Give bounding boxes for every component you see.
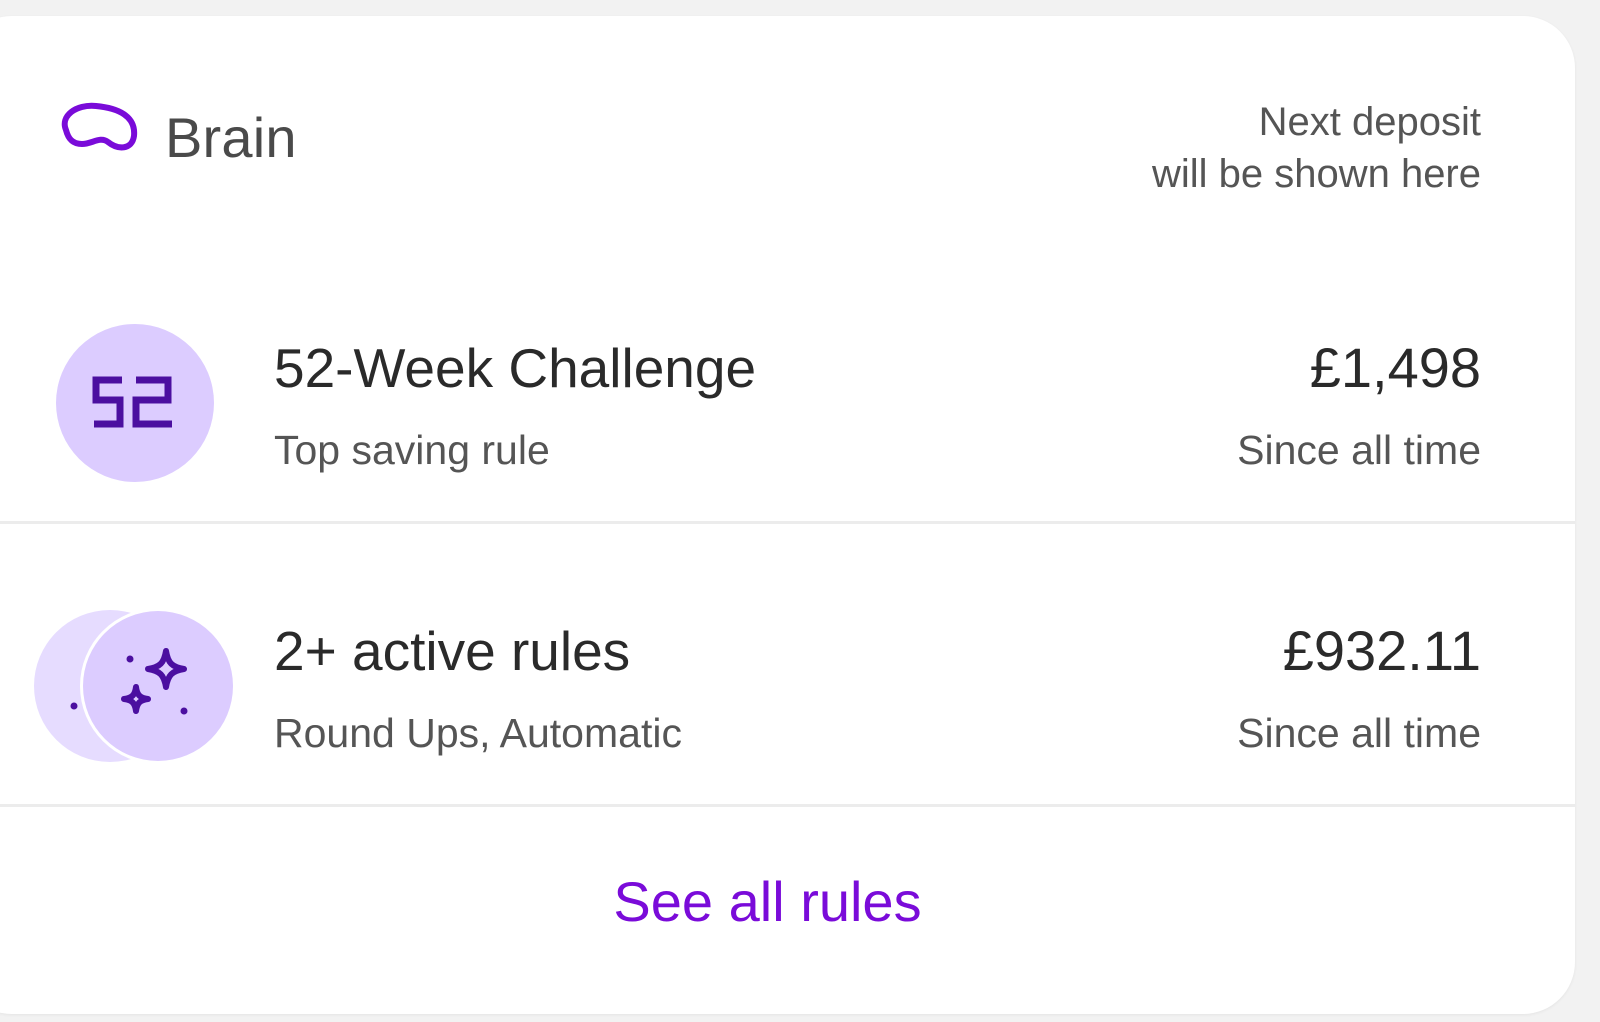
rule-row-active-rules[interactable]: 2+ active rules Round Ups, Automatic £93… [0, 523, 1575, 805]
next-deposit-note: Next deposit will be shown here [961, 96, 1481, 200]
number-52-glyph [92, 376, 172, 428]
challenge-52-icon [56, 324, 214, 482]
rule-amount: £932.11 [1282, 619, 1481, 682]
rule-amount-period: Since all time [1237, 427, 1481, 473]
rule-amount: £1,498 [1309, 336, 1481, 399]
brain-icon [61, 102, 138, 151]
rule-title: 2+ active rules [274, 620, 631, 682]
sparkles-icon [34, 608, 234, 764]
see-all-rules-link[interactable]: See all rules [0, 868, 1575, 936]
brand-title: Brain [165, 106, 297, 169]
brain-card[interactable]: Brain Next deposit will be shown here 52… [0, 16, 1575, 1014]
rule-row-52-week-challenge[interactable]: 52-Week Challenge Top saving rule £1,498… [0, 238, 1575, 520]
next-deposit-line-1: Next deposit [1258, 100, 1481, 144]
rule-subtitle: Top saving rule [274, 427, 550, 473]
card-header: Brain Next deposit will be shown here [0, 16, 1575, 236]
divider [0, 804, 1575, 807]
next-deposit-line-2: will be shown here [1151, 152, 1481, 196]
rule-subtitle: Round Ups, Automatic [274, 710, 682, 756]
rule-amount-period: Since all time [1237, 710, 1481, 756]
rule-title: 52-Week Challenge [274, 337, 757, 399]
